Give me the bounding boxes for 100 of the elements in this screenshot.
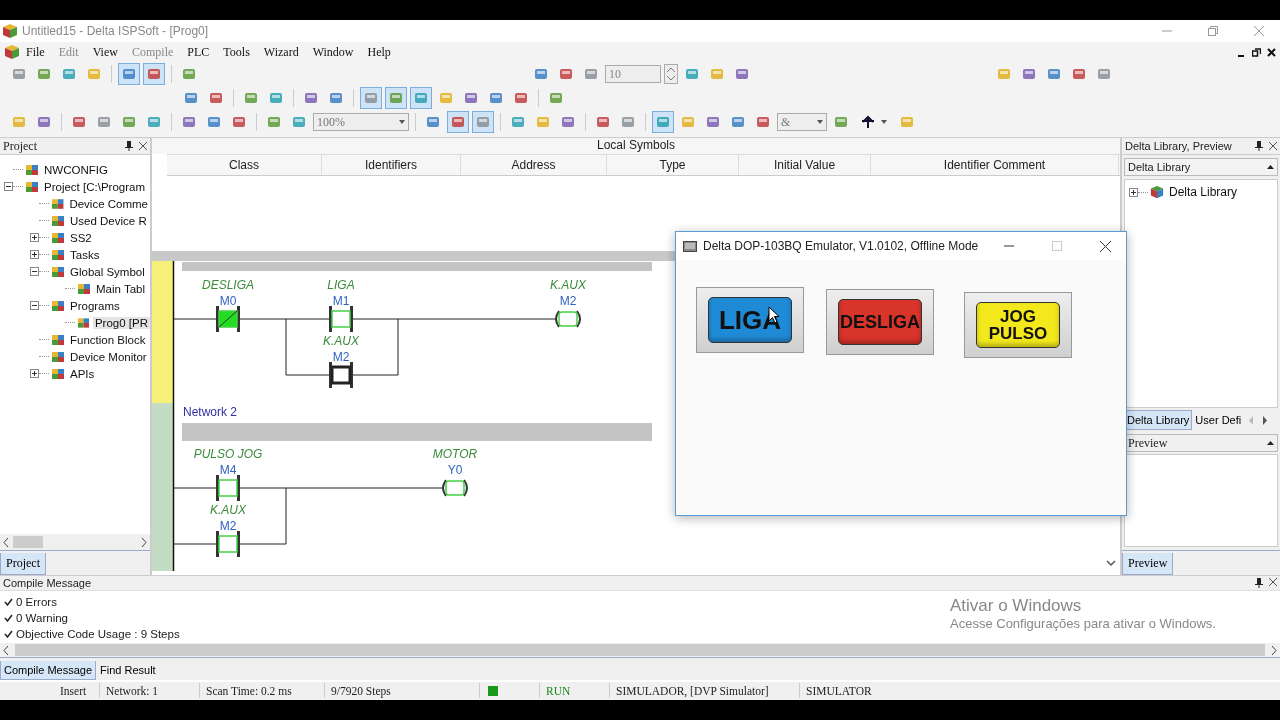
address-label: M0 (219, 294, 237, 308)
status-state: RUN (540, 683, 610, 698)
tree-item[interactable]: Function Block (68, 333, 148, 346)
scroll-left-icon[interactable] (3, 645, 9, 655)
coil[interactable] (555, 310, 581, 328)
symbol-label: K.AUX (210, 503, 246, 517)
column-header[interactable]: Type (607, 155, 739, 175)
tree-item[interactable]: Global Symbol (68, 265, 147, 278)
menu-item[interactable]: File (20, 44, 53, 60)
close-icon[interactable] (1267, 47, 1276, 57)
tree-item[interactable]: Main Tabl (94, 282, 147, 295)
tool-icon (833, 114, 849, 130)
scroll-right-icon[interactable] (1262, 415, 1269, 425)
scrollbar-thumb[interactable] (13, 536, 43, 548)
column-header[interactable]: Initial Value (739, 155, 871, 175)
library-dropdown[interactable]: Delta Library (1124, 157, 1278, 176)
expander-icon[interactable] (4, 182, 13, 191)
contact[interactable] (216, 475, 240, 501)
tree-item[interactable]: SS2 (68, 231, 94, 244)
tree-item[interactable]: NWCONFIG (42, 163, 110, 176)
pin-icon[interactable] (1255, 140, 1263, 151)
status-connection: SIMULADOR, [DVP Simulator] (610, 683, 800, 698)
menu-item[interactable]: Help (361, 44, 399, 60)
hmi-button[interactable]: JOG PULSO (964, 292, 1072, 358)
tree-node-icon (77, 315, 90, 330)
scrollbar-thumb[interactable] (15, 644, 1265, 656)
close-icon[interactable] (1269, 141, 1277, 150)
tree-item[interactable]: Programs (68, 299, 122, 312)
tree-node-icon (51, 332, 65, 347)
panel-tab[interactable]: Find Result (96, 660, 160, 680)
toolbar-button[interactable] (143, 63, 165, 85)
toolbar-button[interactable] (360, 87, 382, 109)
status-mode: Insert (0, 683, 100, 698)
column-header[interactable]: Identifier Comment (871, 155, 1119, 175)
contact[interactable] (329, 362, 353, 388)
tree-node-icon (25, 179, 39, 194)
panel-tab[interactable]: Compile Message (0, 661, 97, 680)
tool-icon (558, 66, 574, 82)
expander-icon[interactable] (30, 233, 39, 242)
panel-tab[interactable]: Delta Library (1124, 410, 1193, 431)
compile-message: Objective Code Usage : 9 Steps (16, 628, 180, 640)
toolbar-button[interactable] (652, 111, 674, 133)
panel-tab[interactable]: Preview (1122, 553, 1174, 575)
tree-item[interactable]: Device Monitor (68, 350, 149, 363)
contact[interactable] (216, 531, 240, 557)
tree-item[interactable]: Prog0 [PR (92, 316, 150, 329)
tree-node-icon (51, 196, 65, 211)
expander-icon[interactable] (30, 301, 39, 310)
menu-item[interactable]: PLC (181, 44, 218, 60)
toolbar-button[interactable] (118, 63, 140, 85)
toolbar-button[interactable] (410, 87, 432, 109)
coil[interactable] (442, 479, 468, 497)
menu-item[interactable]: Tools (217, 44, 258, 60)
toolbar-button[interactable] (385, 87, 407, 109)
tree-item[interactable]: Used Device R (68, 214, 149, 227)
caret-icon (881, 120, 887, 124)
menu-item[interactable]: Window (306, 44, 362, 60)
tree-item[interactable]: APIs (68, 367, 97, 380)
contact[interactable] (329, 306, 353, 332)
tool-icon (463, 90, 479, 106)
window-title: Delta DOP-103BQ Emulator, V1.0102, Offline Mode (703, 239, 980, 253)
menu-item[interactable]: Wizard (257, 44, 307, 60)
caret-icon (1267, 164, 1274, 169)
column-header[interactable]: Address (461, 155, 607, 175)
hmi-button[interactable]: DESLIGA (826, 289, 934, 355)
zoom-combo[interactable]: 100% (313, 113, 409, 131)
column-header[interactable]: Class (167, 155, 322, 175)
panel-tab[interactable]: User Defi (1192, 410, 1245, 431)
restore-icon[interactable] (1252, 47, 1261, 57)
status-device: SIMULATOR (805, 683, 873, 698)
close-icon[interactable] (139, 142, 147, 150)
scroll-right-icon[interactable] (1271, 645, 1277, 655)
expander-icon[interactable] (30, 369, 39, 378)
compile-message: 0 Errors (16, 596, 57, 608)
expander-icon[interactable] (30, 267, 39, 276)
pin-icon[interactable] (125, 141, 133, 151)
maximize-icon (1052, 241, 1062, 251)
tree-item[interactable]: Device Comme (67, 197, 150, 210)
toolbar-button[interactable] (447, 111, 469, 133)
scroll-right-icon[interactable] (141, 537, 147, 547)
monitor-icon (683, 240, 697, 252)
panel-title: Delta Library, Preview (1125, 139, 1233, 152)
zoom-combo[interactable]: & (777, 113, 827, 131)
tree-item[interactable]: Project [C:\Program (42, 180, 147, 193)
expander-icon[interactable] (1129, 187, 1138, 197)
column-header[interactable]: Identifiers (322, 155, 461, 175)
pin-icon[interactable] (1255, 578, 1263, 588)
tree-item[interactable]: Delta Library (1167, 185, 1240, 200)
close-icon[interactable] (1269, 578, 1277, 586)
tool-icon (620, 114, 636, 130)
caret-icon[interactable] (1267, 441, 1274, 446)
scroll-left-icon[interactable] (3, 537, 9, 547)
tool-icon (996, 66, 1012, 82)
panel-tab[interactable]: Project (0, 553, 46, 575)
tree-item[interactable]: Tasks (68, 248, 102, 261)
contact[interactable] (216, 306, 240, 332)
expander-icon[interactable] (30, 250, 39, 259)
menu-item[interactable]: View (86, 44, 126, 60)
tool-icon (181, 66, 197, 82)
toolbar-button[interactable] (472, 111, 494, 133)
